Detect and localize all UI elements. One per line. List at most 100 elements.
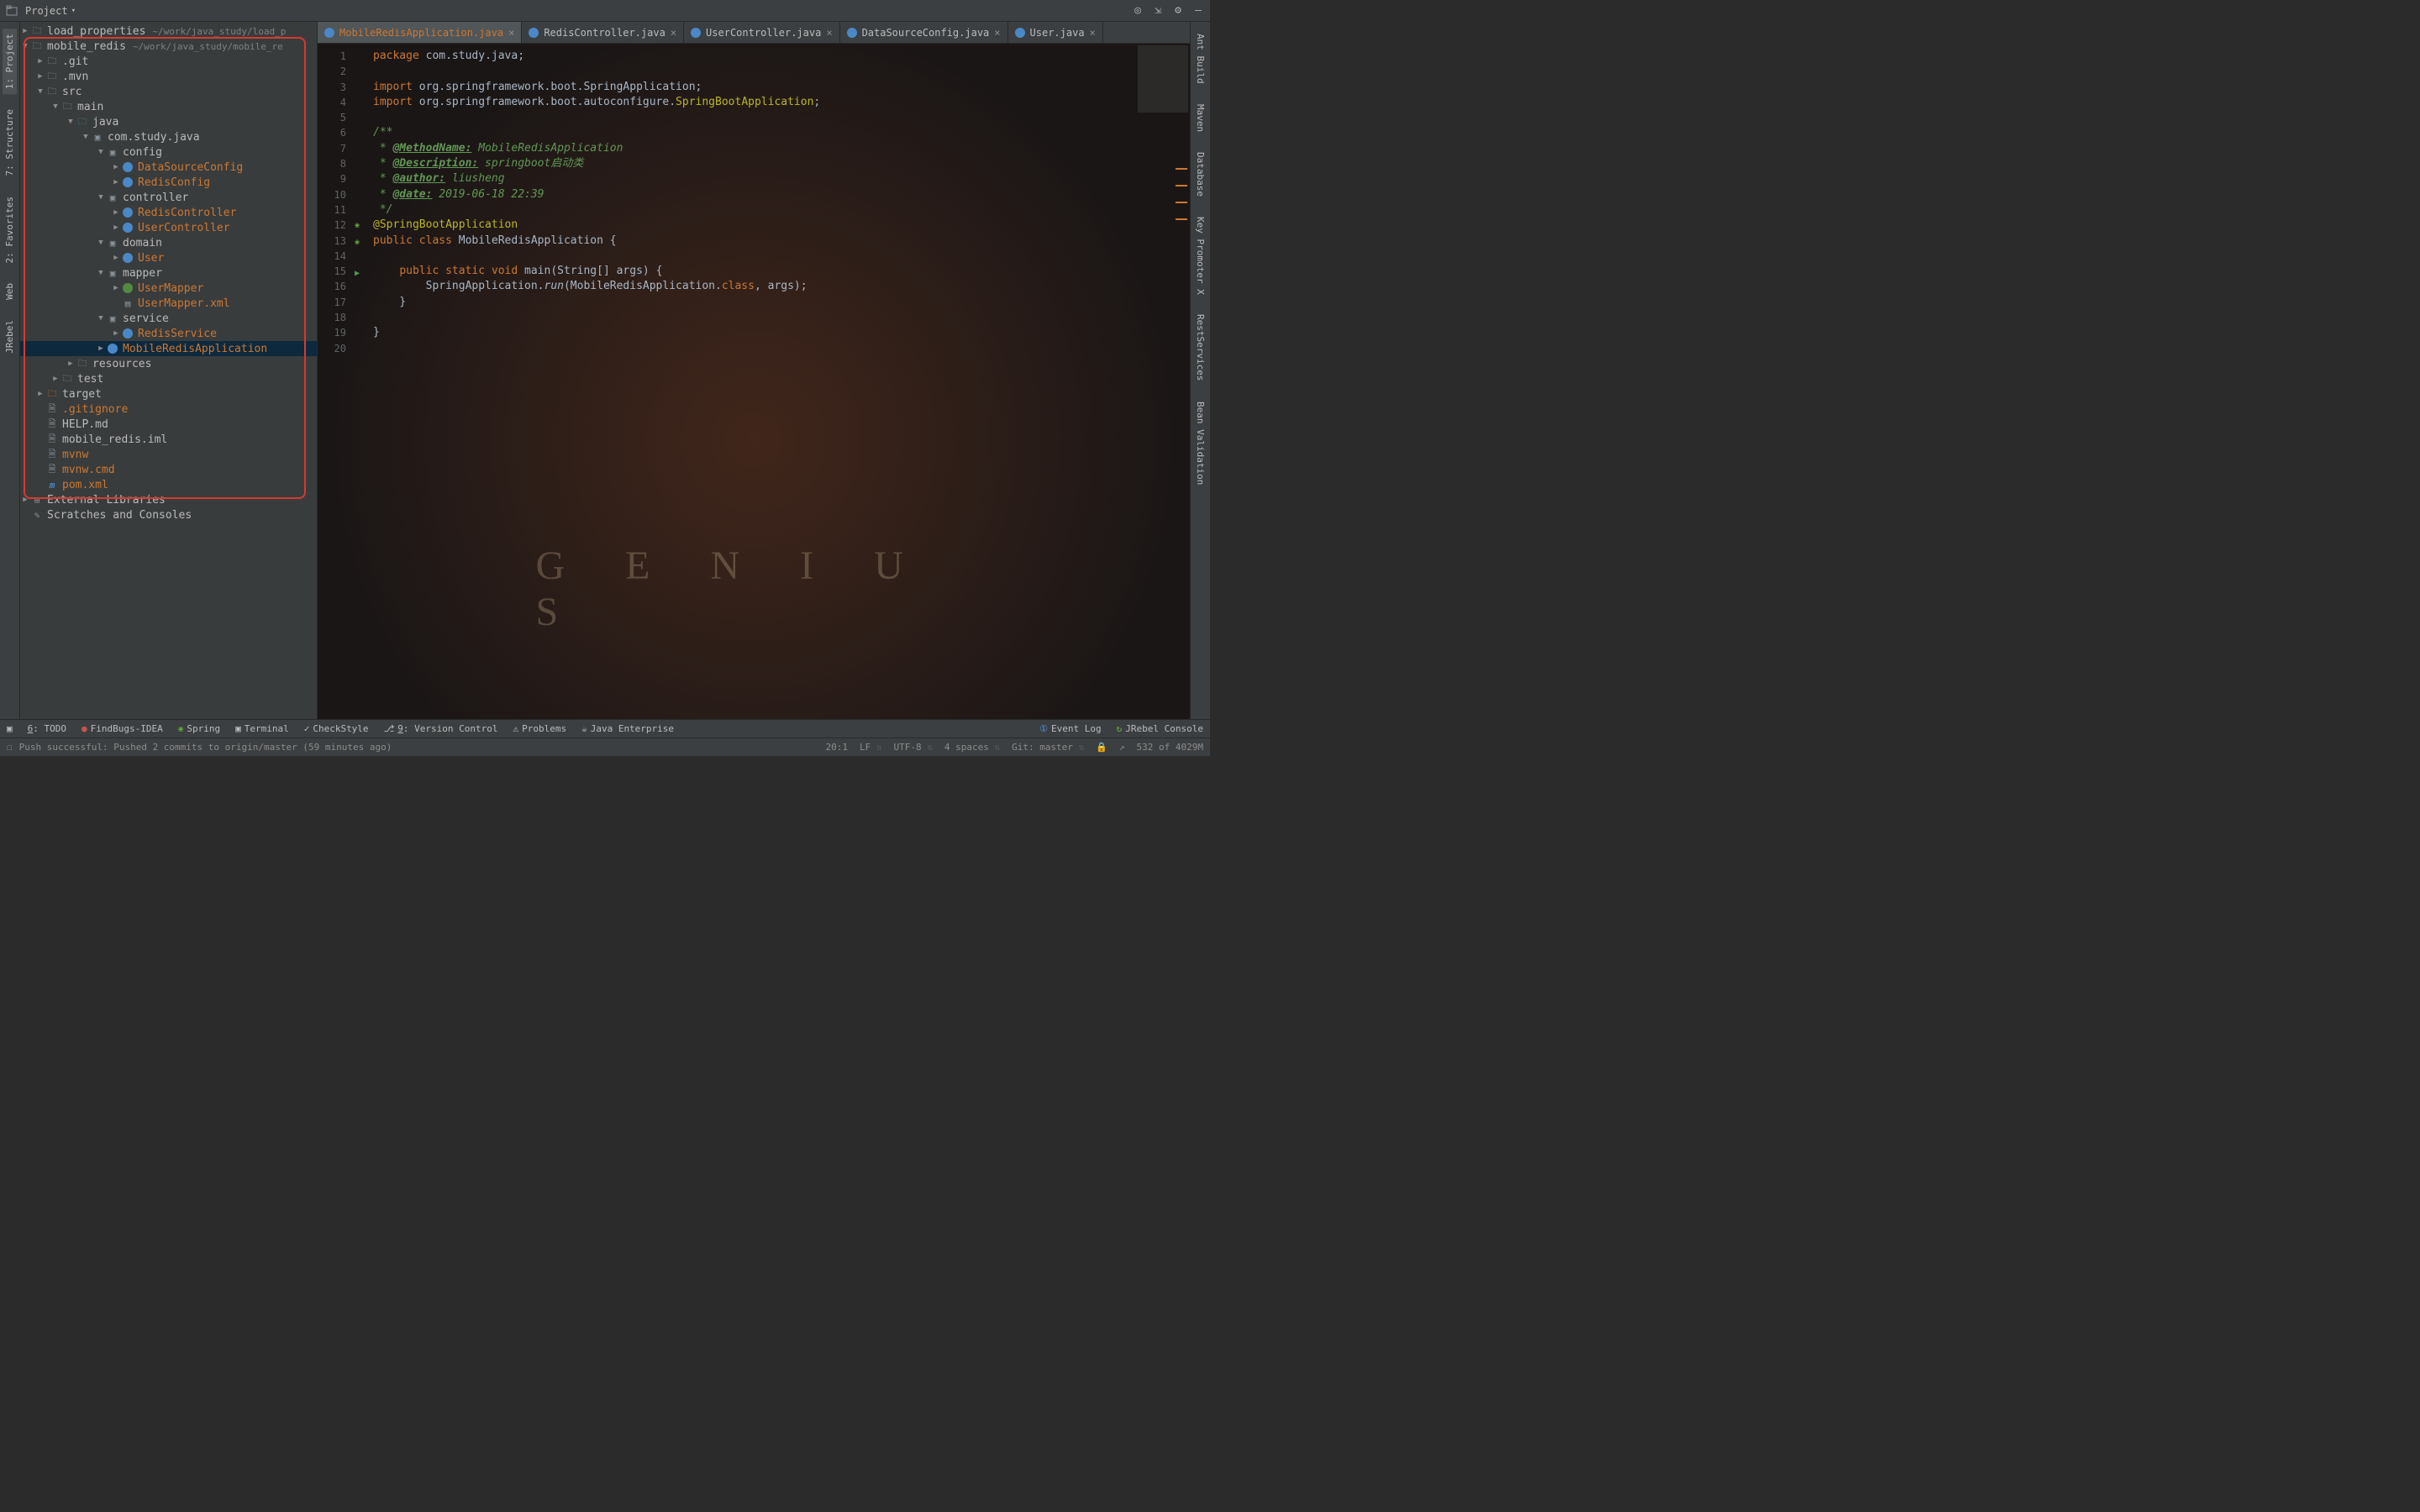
- tree-item[interactable]: 🗎.gitignore: [20, 402, 317, 417]
- left-tool-tab[interactable]: 1: Project: [3, 29, 17, 94]
- expand-arrow-icon[interactable]: ▼: [66, 118, 76, 126]
- tree-item[interactable]: ▼🗀mobile_redis~/work/java_study/mobile_r…: [20, 39, 317, 54]
- expand-arrow-icon[interactable]: ▼: [20, 42, 30, 50]
- tree-item[interactable]: ▶⊞External Libraries: [20, 492, 317, 507]
- tree-item[interactable]: ▶🗀.mvn: [20, 69, 317, 84]
- warning-stripe[interactable]: [1176, 185, 1187, 186]
- tree-item[interactable]: mpom.xml: [20, 477, 317, 492]
- bottom-tool-button[interactable]: ⚠Problems: [513, 723, 566, 734]
- tree-item[interactable]: ▶DataSourceConfig: [20, 160, 317, 175]
- gutter-mark[interactable]: [355, 125, 373, 140]
- collapse-icon[interactable]: ⇲: [1151, 4, 1165, 18]
- gutter-mark[interactable]: ▶: [355, 265, 373, 281]
- gutter-mark[interactable]: [355, 281, 373, 297]
- editor-tab[interactable]: UserController.java×: [684, 22, 840, 43]
- expand-arrow-icon[interactable]: ▼: [81, 133, 91, 141]
- right-tool-tab[interactable]: Database: [1193, 147, 1207, 202]
- expand-arrow-icon[interactable]: ▶: [35, 390, 45, 398]
- bottom-tool-button[interactable]: ❀Spring: [178, 723, 220, 734]
- code-line[interactable]: }: [373, 295, 1190, 310]
- expand-arrow-icon[interactable]: ▶: [66, 360, 76, 368]
- expand-arrow-icon[interactable]: ▶: [50, 375, 60, 383]
- tree-item[interactable]: ▶RedisConfig: [20, 175, 317, 190]
- editor-tab[interactable]: DataSourceConfig.java×: [840, 22, 1008, 43]
- tree-item[interactable]: 🗎mvnw: [20, 447, 317, 462]
- expand-arrow-icon[interactable]: ▶: [111, 329, 121, 338]
- tree-item[interactable]: ▶🗀load_properties~/work/java_study/load_…: [20, 24, 317, 39]
- code-line[interactable]: public class MobileRedisApplication {: [373, 234, 1190, 249]
- expand-arrow-icon[interactable]: ▶: [111, 284, 121, 292]
- left-tool-tab[interactable]: 7: Structure: [3, 104, 17, 181]
- gutter-mark[interactable]: [355, 95, 373, 110]
- close-icon[interactable]: ×: [994, 27, 1000, 39]
- code-line[interactable]: public static void main(String[] args) {: [373, 264, 1190, 279]
- tree-item[interactable]: 🗎HELP.md: [20, 417, 317, 432]
- expand-arrow-icon[interactable]: ▶: [111, 254, 121, 262]
- right-tool-tab[interactable]: Key Promoter X: [1193, 212, 1207, 300]
- tree-item[interactable]: ▼▣config: [20, 144, 317, 160]
- code-content[interactable]: package com.study.java; import org.sprin…: [373, 44, 1190, 719]
- tree-item[interactable]: ▼▣com.study.java: [20, 129, 317, 144]
- tree-item[interactable]: ▶UserMapper: [20, 281, 317, 296]
- gutter-mark[interactable]: ❀: [355, 234, 373, 250]
- code-line[interactable]: SpringApplication.run(MobileRedisApplica…: [373, 279, 1190, 294]
- bottom-tool-button[interactable]: ⎇9: Version Control: [384, 723, 498, 734]
- code-line[interactable]: * @author: liusheng: [373, 171, 1190, 186]
- gutter-mark[interactable]: [355, 250, 373, 265]
- editor-tab[interactable]: MobileRedisApplication.java×: [318, 22, 522, 43]
- expand-arrow-icon[interactable]: ▶: [20, 27, 30, 35]
- git-branch[interactable]: Git: master ⇅: [1012, 742, 1084, 753]
- goto-icon[interactable]: ↗: [1119, 742, 1125, 753]
- warning-stripe[interactable]: [1176, 218, 1187, 220]
- expand-arrow-icon[interactable]: ▼: [96, 314, 106, 323]
- bottom-tool-button[interactable]: ①Event Log: [1039, 723, 1101, 734]
- status-icon[interactable]: ☐: [7, 742, 13, 753]
- code-line[interactable]: [373, 249, 1190, 264]
- tree-item[interactable]: 🗎mobile_redis.iml: [20, 432, 317, 447]
- tool-window-quick-access[interactable]: ▣: [7, 723, 13, 734]
- close-icon[interactable]: ×: [508, 27, 514, 39]
- expand-arrow-icon[interactable]: ▶: [111, 208, 121, 217]
- expand-arrow-icon[interactable]: ▼: [50, 102, 60, 111]
- tree-item[interactable]: ▤UserMapper.xml: [20, 296, 317, 311]
- tree-item[interactable]: ▶User: [20, 250, 317, 265]
- gutter-mark[interactable]: [355, 171, 373, 186]
- caret-position[interactable]: 20:1: [825, 742, 848, 753]
- tree-item[interactable]: ▶MobileRedisApplication: [20, 341, 317, 356]
- gutter-mark[interactable]: [355, 312, 373, 328]
- gutter-mark[interactable]: [355, 64, 373, 79]
- tree-item[interactable]: ▼▣service: [20, 311, 317, 326]
- bottom-tool-button[interactable]: 6: TODO: [28, 723, 66, 734]
- code-line[interactable]: */: [373, 202, 1190, 218]
- memory-indicator[interactable]: 532 of 4029M: [1137, 742, 1203, 753]
- bottom-tool-button[interactable]: ●FindBugs-IDEA: [82, 723, 163, 734]
- code-line[interactable]: @SpringBootApplication: [373, 218, 1190, 233]
- expand-arrow-icon[interactable]: ▼: [96, 239, 106, 247]
- left-tool-tab[interactable]: Web: [3, 278, 17, 305]
- gutter-mark[interactable]: [355, 187, 373, 202]
- right-tool-tab[interactable]: Ant Build: [1193, 29, 1207, 89]
- bottom-tool-button[interactable]: ☕Java Enterprise: [581, 723, 674, 734]
- gutter-mark[interactable]: [355, 80, 373, 95]
- project-tree[interactable]: ▶🗀load_properties~/work/java_study/load_…: [20, 22, 317, 719]
- right-tool-tab[interactable]: Bean Validation: [1193, 396, 1207, 490]
- expand-arrow-icon[interactable]: ▼: [96, 148, 106, 156]
- bottom-tool-button[interactable]: ✓CheckStyle: [304, 723, 369, 734]
- gutter-mark[interactable]: [355, 297, 373, 312]
- tree-item[interactable]: ▶🗀.git: [20, 54, 317, 69]
- tree-item[interactable]: ▼🗀src: [20, 84, 317, 99]
- gutter-mark[interactable]: [355, 156, 373, 171]
- tree-item[interactable]: ▼▣domain: [20, 235, 317, 250]
- tree-item[interactable]: ✎Scratches and Consoles: [20, 507, 317, 522]
- tree-item[interactable]: ▼▣controller: [20, 190, 317, 205]
- line-separator[interactable]: LF ⇅: [860, 742, 882, 753]
- tree-item[interactable]: ▶UserController: [20, 220, 317, 235]
- expand-arrow-icon[interactable]: ▼: [96, 269, 106, 277]
- editor-tab[interactable]: RedisController.java×: [522, 22, 684, 43]
- gutter-mark[interactable]: [355, 141, 373, 156]
- tree-item[interactable]: ▶RedisController: [20, 205, 317, 220]
- gutter-mark[interactable]: [355, 110, 373, 125]
- expand-arrow-icon[interactable]: ▶: [35, 72, 45, 81]
- code-line[interactable]: [373, 310, 1190, 325]
- gutter-mark[interactable]: ❀: [355, 218, 373, 234]
